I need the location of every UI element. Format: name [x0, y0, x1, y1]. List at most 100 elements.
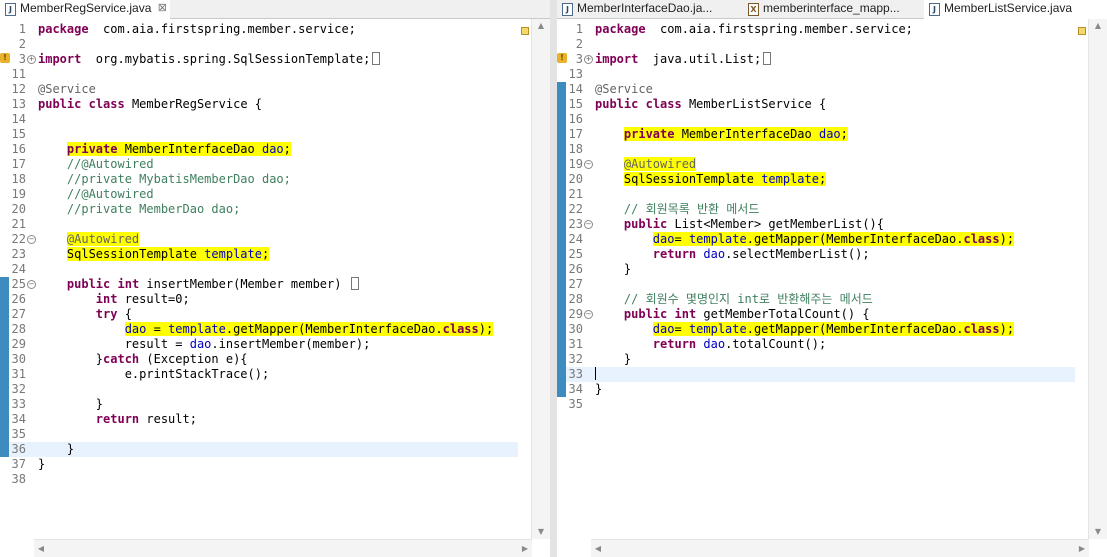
code-line[interactable]: 30 dao= template.getMapper(MemberInterfa…: [557, 322, 1075, 337]
code-editor-left[interactable]: 1 package com.aia.firstspring.member.serv…: [0, 19, 550, 557]
code-line[interactable]: 28 // 회원수 몇명인지 int로 반환해주는 메서드: [557, 292, 1075, 307]
change-bar: [557, 217, 566, 232]
warning-icon[interactable]: !: [0, 53, 10, 63]
code-line[interactable]: ! 3 + import java.util.List;: [557, 52, 1075, 67]
vertical-scrollbar[interactable]: ▲ ▼: [1088, 19, 1107, 539]
code-line[interactable]: 36 }: [0, 442, 518, 457]
code-line[interactable]: 35: [557, 397, 1075, 412]
warning-marker-icon[interactable]: [521, 27, 529, 35]
tab-memberinterface-mapper[interactable]: Xmemberinterface_mapp...: [743, 0, 923, 18]
code-text: private MemberInterfaceDao dao;: [595, 127, 848, 142]
code-line[interactable]: 32 }: [557, 352, 1075, 367]
code-line[interactable]: 24: [0, 262, 518, 277]
code-line[interactable]: 26 int result=0;: [0, 292, 518, 307]
code-line[interactable]: 29 result = dao.insertMember(member);: [0, 337, 518, 352]
code-line[interactable]: 23 SqlSessionTemplate template;: [0, 247, 518, 262]
code-line[interactable]: 2: [0, 37, 518, 52]
code-line[interactable]: 31 return dao.totalCount();: [557, 337, 1075, 352]
code-token: }: [38, 352, 104, 366]
code-line[interactable]: 18: [557, 142, 1075, 157]
tab-member-reg-service[interactable]: J MemberRegService.java ⊠: [0, 0, 170, 19]
code-line[interactable]: 1 package com.aia.firstspring.member.serv…: [0, 22, 518, 37]
expand-fold-icon[interactable]: +: [584, 55, 593, 64]
horizontal-scrollbar[interactable]: ◀ ▶: [34, 539, 532, 557]
scroll-down-icon[interactable]: ▼: [1089, 525, 1107, 539]
code-line[interactable]: 34}: [557, 382, 1075, 397]
scroll-up-icon[interactable]: ▲: [532, 19, 550, 33]
collapse-fold-icon[interactable]: −: [27, 280, 36, 289]
code-line[interactable]: 1 package com.aia.firstspring.member.serv…: [557, 22, 1075, 37]
code-line[interactable]: 15: [0, 127, 518, 142]
collapse-fold-icon[interactable]: −: [584, 160, 593, 169]
scroll-left-icon[interactable]: ◀: [34, 540, 48, 557]
code-line[interactable]: 13 public class MemberRegService {: [0, 97, 518, 112]
tab-member-interface-dao[interactable]: J MemberInterfaceDao.ja...: [557, 0, 742, 18]
code-line[interactable]: 17 private MemberInterfaceDao dao;: [557, 127, 1075, 142]
code-line[interactable]: 11: [0, 67, 518, 82]
code-line[interactable]: 16 private MemberInterfaceDao dao;: [0, 142, 518, 157]
code-line[interactable]: 19− @Autowired: [557, 157, 1075, 172]
code-line[interactable]: 21: [557, 187, 1075, 202]
code-line[interactable]: 25 return dao.selectMemberList();: [557, 247, 1075, 262]
warning-marker-icon[interactable]: [1078, 27, 1086, 35]
code-line[interactable]: 13: [557, 67, 1075, 82]
code-line[interactable]: 22− @Autowired: [0, 232, 518, 247]
scroll-down-icon[interactable]: ▼: [532, 525, 550, 539]
code-line[interactable]: 25− public int insertMember(Member membe…: [0, 277, 518, 292]
collapse-fold-icon[interactable]: −: [584, 310, 593, 319]
code-line[interactable]: 34 return result;: [0, 412, 518, 427]
code-line[interactable]: ! 3 + import org.mybatis.spring.SqlSessionT…: [0, 52, 518, 67]
code-line[interactable]: 35: [0, 427, 518, 442]
horizontal-scrollbar[interactable]: ◀ ▶: [591, 539, 1089, 557]
code-line[interactable]: 22 // 회원목록 반환 메서드: [557, 202, 1075, 217]
code-line[interactable]: 12 @Service: [0, 82, 518, 97]
code-line[interactable]: 38: [0, 472, 518, 487]
code-line[interactable]: 24 dao= template.getMapper(MemberInterfa…: [557, 232, 1075, 247]
code-line[interactable]: 14: [0, 112, 518, 127]
code-editor-right[interactable]: 1 package com.aia.firstspring.member.serv…: [557, 19, 1107, 557]
collapse-fold-icon[interactable]: −: [584, 220, 593, 229]
code-line[interactable]: 2: [557, 37, 1075, 52]
code-line[interactable]: 30 }catch (Exception e){: [0, 352, 518, 367]
code-line[interactable]: 19 //@Autowired: [0, 187, 518, 202]
collapse-fold-icon[interactable]: −: [27, 235, 36, 244]
code-line[interactable]: 20 SqlSessionTemplate template;: [557, 172, 1075, 187]
code-line[interactable]: 20 //private MemberDao dao;: [0, 202, 518, 217]
code-line[interactable]: 33: [557, 367, 1075, 382]
vertical-scrollbar[interactable]: ▲ ▼: [531, 19, 550, 539]
scroll-up-icon[interactable]: ▲: [1089, 19, 1107, 33]
code-text: public int getMemberTotalCount() {: [595, 307, 870, 322]
scroll-right-icon[interactable]: ▶: [518, 540, 532, 557]
code-line[interactable]: 32: [0, 382, 518, 397]
text-caret: [595, 367, 596, 380]
code-line[interactable]: 14 @Service: [557, 82, 1075, 97]
code-line[interactable]: 27 try {: [0, 307, 518, 322]
pane-splitter[interactable]: [550, 0, 557, 557]
code-line[interactable]: 18 //private MybatisMemberDao dao;: [0, 172, 518, 187]
code-line[interactable]: 33 }: [0, 397, 518, 412]
code-line[interactable]: 27: [557, 277, 1075, 292]
code-line[interactable]: 29− public int getMemberTotalCount() {: [557, 307, 1075, 322]
code-line[interactable]: 21: [0, 217, 518, 232]
line-number: 35: [568, 397, 583, 411]
code-line[interactable]: 31 e.printStackTrace();: [0, 367, 518, 382]
code-line[interactable]: 23− public List<Member> getMemberList(){: [557, 217, 1075, 232]
code-line[interactable]: 26 }: [557, 262, 1075, 277]
right-editor-pane: J MemberInterfaceDao.ja... Xmemberinterfa…: [557, 0, 1107, 557]
warning-icon[interactable]: !: [557, 53, 567, 63]
scroll-right-icon[interactable]: ▶: [1075, 540, 1089, 557]
scroll-left-icon[interactable]: ◀: [591, 540, 605, 557]
code-line[interactable]: 28 dao = template.getMapper(MemberInterf…: [0, 322, 518, 337]
line-number: 3: [575, 52, 583, 66]
code-line[interactable]: 17 //@Autowired: [0, 157, 518, 172]
tab-member-list-service[interactable]: J MemberListService.java: [924, 0, 1107, 19]
close-icon[interactable]: ⊠: [158, 0, 167, 17]
code-line[interactable]: 37}: [0, 457, 518, 472]
code-line[interactable]: 16: [557, 112, 1075, 127]
line-number: 33: [568, 367, 583, 381]
code-token: dao: [189, 337, 212, 351]
code-line[interactable]: 15 public class MemberListService {: [557, 97, 1075, 112]
expand-fold-icon[interactable]: +: [27, 55, 36, 64]
